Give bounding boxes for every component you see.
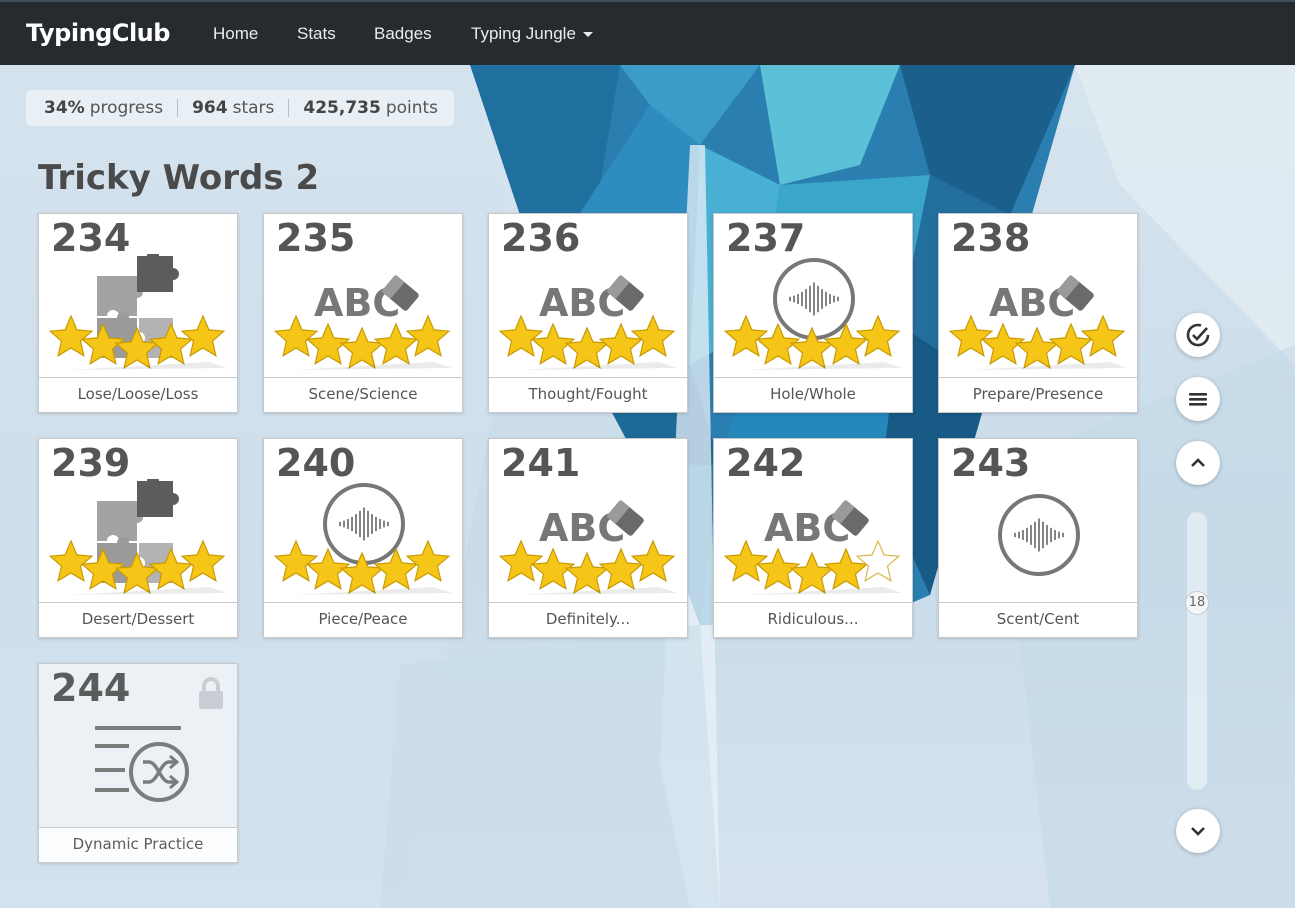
lesson-card-237[interactable]: 237 Hole/Whole [713,213,913,413]
star-filled-icon [114,326,160,370]
star-filled-icon [630,314,676,358]
star-filled-icon [373,547,419,591]
star-rating [724,314,902,370]
star-rating [49,539,227,595]
star-filled-icon [499,539,544,583]
lesson-card-244[interactable]: 244 Dynamic Practice [38,663,238,863]
scroll-down-button[interactable] [1176,809,1220,853]
stats-summary: 34% progress 964 stars 425,735 points [26,90,455,126]
star-filled-icon [114,551,160,595]
brand-logo[interactable]: TypingClub [26,19,170,47]
star-filled-icon [180,314,226,358]
star-rating [949,314,1127,370]
star-filled-icon [405,539,451,583]
section-title: Tricky Words 2 [38,158,320,198]
menu-icon [1189,393,1207,406]
star-filled-icon [274,314,319,358]
nav-stats-link[interactable]: Stats [297,24,336,44]
lesson-card-234[interactable]: 234 Lose/Loose/Loss [38,213,238,413]
progress-value: 34% [44,98,85,118]
lesson-title: Dynamic Practice [39,827,237,862]
lesson-card-243[interactable]: 243 Scent/Cent [938,438,1138,638]
star-filled-icon [724,314,769,358]
lesson-title: Desert/Dessert [39,602,237,637]
progress-check-button[interactable] [1176,313,1220,357]
lesson-scroll-thumb[interactable]: 18 [1185,591,1209,615]
star-filled-icon [949,314,994,358]
nav-typing-jungle-dropdown[interactable]: Typing Jungle [471,24,593,44]
lesson-title: Scent/Cent [939,602,1137,637]
star-filled-icon [564,551,610,595]
star-filled-icon [499,314,544,358]
lesson-card-236[interactable]: 236 ABC Thought/Fought [488,213,688,413]
progress-check-icon [1186,323,1210,347]
star-filled-icon [49,539,94,583]
points-label: points [385,98,439,118]
divider [288,99,290,117]
star-filled-icon [855,314,901,358]
divider [177,99,179,117]
star-filled-icon [789,551,835,595]
star-empty-icon [855,539,901,583]
lesson-title: Thought/Fought [489,377,687,412]
star-filled-icon [373,322,419,366]
progress-label: progress [89,98,164,118]
star-filled-icon [148,322,194,366]
star-filled-icon [339,551,385,595]
star-filled-icon [49,314,94,358]
chevron-down-icon [1191,827,1205,836]
audio-wave-icon [998,494,1080,576]
star-filled-icon [823,322,869,366]
points-value: 425,735 [303,98,381,118]
star-rating [499,539,677,595]
lesson-title: Prepare/Presence [939,377,1137,412]
lesson-scroll-track[interactable] [1187,512,1207,790]
star-filled-icon [789,326,835,370]
star-rating [49,314,227,370]
lesson-card-242[interactable]: 242 ABC Ridiculous... [713,438,913,638]
menu-button[interactable] [1176,377,1220,421]
star-filled-icon [630,539,676,583]
chevron-up-icon [1191,458,1205,467]
star-filled-icon [274,539,319,583]
lesson-card-240[interactable]: 240 Piece/Peace [263,438,463,638]
star-filled-icon [339,326,385,370]
star-filled-icon [598,547,644,591]
star-filled-icon [1048,322,1094,366]
star-rating [274,314,452,370]
star-filled-icon [1080,314,1126,358]
star-filled-icon [180,539,226,583]
lesson-title: Ridiculous... [714,602,912,637]
lesson-title: Lose/Loose/Loss [39,377,237,412]
lesson-title: Scene/Science [264,377,462,412]
top-navbar: TypingClub Home Stats Badges Typing Jung… [0,0,1295,65]
lesson-title: Piece/Peace [264,602,462,637]
nav-badges-link[interactable]: Badges [374,24,432,44]
nav-home-link[interactable]: Home [213,24,258,44]
star-filled-icon [564,326,610,370]
lesson-card-239[interactable]: 239 Desert/Dessert [38,438,238,638]
star-filled-icon [148,547,194,591]
star-filled-icon [724,539,769,583]
stars-label: stars [232,98,275,118]
star-rating [499,314,677,370]
lesson-card-238[interactable]: 238 ABC Prepare/Presence [938,213,1138,413]
lesson-card-235[interactable]: 235 ABC Scene/Science [263,213,463,413]
star-filled-icon [598,322,644,366]
lesson-title: Definitely... [489,602,687,637]
scroll-up-button[interactable] [1176,441,1220,485]
dropdown-label: Typing Jungle [471,24,576,43]
caret-down-icon [582,32,593,38]
star-rating [274,539,452,595]
star-rating [724,539,902,595]
shuffle-list-icon [95,726,189,802]
star-filled-icon [405,314,451,358]
star-filled-icon [1014,326,1060,370]
stars-value: 964 [192,98,228,118]
lesson-card-241[interactable]: 241 ABC Definitely... [488,438,688,638]
star-filled-icon [823,547,869,591]
lesson-title: Hole/Whole [714,377,912,412]
